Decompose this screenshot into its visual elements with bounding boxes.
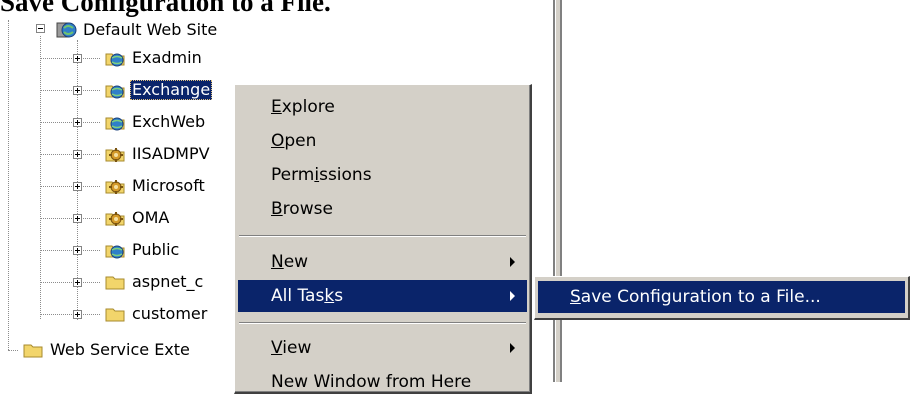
- web-globe-icon: [104, 112, 126, 132]
- menu-item-all-tasks[interactable]: All Tasks: [238, 280, 527, 312]
- tree-item-microsoft[interactable]: Microsoft: [104, 174, 207, 198]
- menu-item-browse[interactable]: Browse: [238, 193, 527, 225]
- all-tasks-submenu: Save Configuration to a File...: [534, 276, 910, 320]
- collapse-toggle[interactable]: [36, 24, 45, 33]
- tree-item-label: Exadmin: [132, 48, 202, 67]
- menu-item-new[interactable]: New: [238, 246, 527, 278]
- menu-separator: [239, 322, 526, 324]
- gear-app-icon: [104, 144, 126, 164]
- submenu-arrow-icon: [510, 343, 515, 353]
- tree-item-label: OMA: [132, 208, 170, 227]
- expand-toggle[interactable]: [73, 246, 82, 255]
- web-globe-icon: [104, 240, 126, 260]
- tree-item-label: Web Service Exte: [50, 340, 190, 359]
- web-globe-icon: [104, 48, 126, 68]
- expand-toggle[interactable]: [73, 278, 82, 287]
- tree-item-label: Microsoft: [132, 176, 205, 195]
- menu-item-open[interactable]: Open: [238, 125, 527, 157]
- tree-item-iisadmpv[interactable]: IISADMPV: [104, 142, 212, 166]
- web-server-globe-icon: [55, 20, 77, 40]
- tree-item-label: customer: [132, 304, 208, 323]
- submenu-arrow-icon: [510, 257, 515, 267]
- menu-item-permissions[interactable]: Permissions: [238, 159, 527, 191]
- menu-item-explore[interactable]: Explore: [238, 91, 527, 123]
- tree-item-label: Public: [132, 240, 180, 259]
- tree-item-exchweb[interactable]: ExchWeb: [104, 110, 207, 134]
- tree-item-exadmin[interactable]: Exadmin: [104, 46, 204, 70]
- tree-item-label: aspnet_c: [132, 272, 204, 291]
- tree-item-label: IISADMPV: [132, 144, 210, 163]
- expand-toggle[interactable]: [73, 118, 82, 127]
- pane-splitter[interactable]: [553, 0, 563, 382]
- gear-app-icon: [104, 176, 126, 196]
- menu-separator: [239, 235, 526, 237]
- menu-item-save-configuration[interactable]: Save Configuration to a File...: [538, 281, 905, 313]
- folder-icon: [104, 304, 126, 324]
- tree-item-exchange[interactable]: Exchange: [104, 78, 213, 102]
- expand-toggle[interactable]: [73, 310, 82, 319]
- folder-icon: [104, 272, 126, 292]
- tree-item-default-web-site[interactable]: Default Web Site: [55, 18, 219, 42]
- tree-item-customer[interactable]: customer: [104, 302, 209, 326]
- tree-item-label: ExchWeb: [132, 112, 206, 131]
- submenu-arrow-icon: [510, 291, 515, 301]
- tree-item-public[interactable]: Public: [104, 238, 181, 262]
- expand-toggle[interactable]: [73, 214, 82, 223]
- menu-item-view[interactable]: View: [238, 332, 527, 364]
- tree-item-label: Default Web Site: [83, 20, 218, 39]
- expand-toggle[interactable]: [73, 150, 82, 159]
- context-menu: Explore Open Permissions Browse New All …: [234, 84, 532, 394]
- tree-item-label: Exchange: [130, 80, 213, 100]
- expand-toggle[interactable]: [73, 182, 82, 191]
- tree-item-oma[interactable]: OMA: [104, 206, 171, 230]
- web-globe-icon: [104, 80, 126, 100]
- tree-item-aspnet-c[interactable]: aspnet_c: [104, 270, 205, 294]
- folder-icon: [22, 340, 44, 360]
- tree-item-web-service-extensions[interactable]: Web Service Exte: [22, 338, 192, 362]
- expand-toggle[interactable]: [73, 54, 82, 63]
- gear-app-icon: [104, 208, 126, 228]
- menu-item-new-window-from-here[interactable]: New Window from Here: [238, 366, 527, 398]
- expand-toggle[interactable]: [73, 86, 82, 95]
